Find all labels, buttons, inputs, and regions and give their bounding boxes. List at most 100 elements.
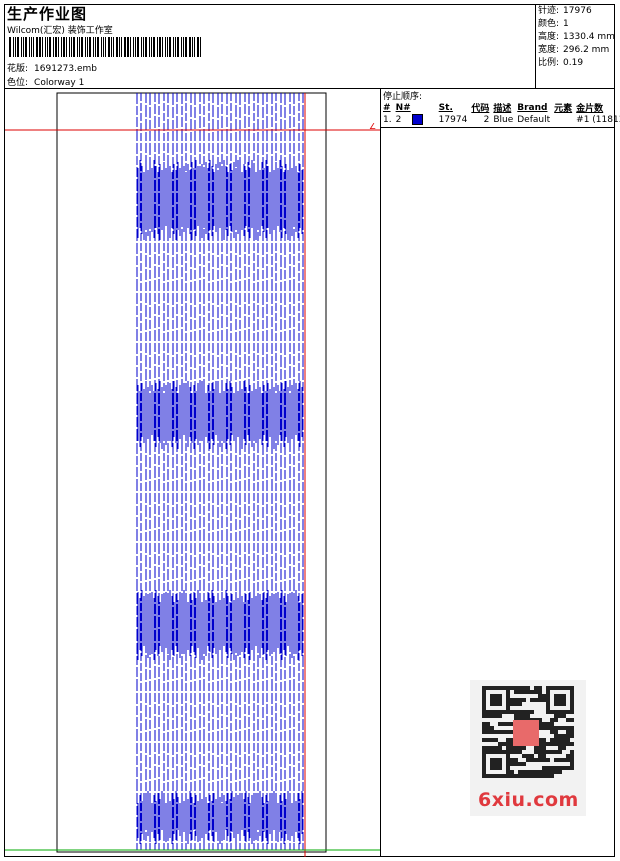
qr-module [566,734,570,738]
qr-module [534,690,538,694]
qr-module [562,738,566,742]
qr-module [494,730,498,734]
qr-module [518,774,522,778]
qr-module [554,750,558,754]
qr-module [486,746,490,750]
qr-module [534,750,538,754]
qr-module [510,750,514,754]
qr-module [530,698,534,702]
qr-module [554,714,558,718]
qr-module [522,762,526,766]
qr-module [538,746,542,750]
qr-module [534,774,538,778]
qr-module [538,690,542,694]
qr-module [486,726,490,730]
qr-module [562,742,566,746]
qr-module [538,698,542,702]
qr-module [566,726,570,730]
qr-module [522,754,526,758]
qr-module [482,746,486,750]
qr-module [510,770,514,774]
qr-module [502,730,506,734]
qr-module [570,750,574,754]
qr-module [558,738,562,742]
qr-finder [490,694,502,706]
qr-module [534,770,538,774]
qr-module [554,758,558,762]
qr-module [542,758,546,762]
qr-finder [554,694,566,706]
qr-module [518,686,522,690]
qr-module [558,750,562,754]
qr-module [530,710,534,714]
qr-module [506,738,510,742]
qr-module [570,766,574,770]
qr-module [510,702,514,706]
qr-module [546,766,550,770]
qr-module [494,746,498,750]
qr-module [486,714,490,718]
qr-module [562,758,566,762]
qr-module [558,758,562,762]
qr-module [558,734,562,738]
qr-module [522,746,526,750]
qr-module [542,750,546,754]
qr-module [558,742,562,746]
qr-module [518,750,522,754]
qr-module [534,758,538,762]
qr-module [522,710,526,714]
qr-module [566,766,570,770]
qr-module [566,718,570,722]
qr-module [566,758,570,762]
qr-module [526,770,530,774]
qr-module [542,722,546,726]
qr-module [510,710,514,714]
qr-module [550,730,554,734]
qr-module [554,734,558,738]
qr-module [514,702,518,706]
qr-module [506,730,510,734]
qr-module [542,738,546,742]
red-guide-marker: ∠ [369,122,376,131]
qr-module [538,754,542,758]
qr-module [558,770,562,774]
qr-module [566,754,570,758]
qr-module [570,730,574,734]
qr-module [518,762,522,766]
qr-module [514,758,518,762]
qr-module [482,726,486,730]
qr-module [538,758,542,762]
qr-module [538,750,542,754]
qr-module [542,694,546,698]
qr-module [498,722,502,726]
qr-module [482,714,486,718]
qr-module [514,710,518,714]
qr-module [530,754,534,758]
qr-module [550,726,554,730]
qr-module [526,774,530,778]
qr-module [518,710,522,714]
qr-module [530,690,534,694]
qr-module [522,686,526,690]
stitch-band [137,791,303,844]
qr-module [550,750,554,754]
qr-module [514,714,518,718]
qr-module [530,758,534,762]
qr-module [518,714,522,718]
qr-module [554,730,558,734]
qr-module [554,726,558,730]
qr-module [514,762,518,766]
qr-module [538,686,542,690]
qr-module [530,774,534,778]
qr-module [522,770,526,774]
qr-module [490,746,494,750]
qr-module [502,742,506,746]
qr-module [554,738,558,742]
qr-module [526,758,530,762]
qr-module [542,774,546,778]
qr-module [538,694,542,698]
qr-module [522,690,526,694]
qr-module [526,690,530,694]
stitch-band [137,590,303,660]
qr-module [542,742,546,746]
